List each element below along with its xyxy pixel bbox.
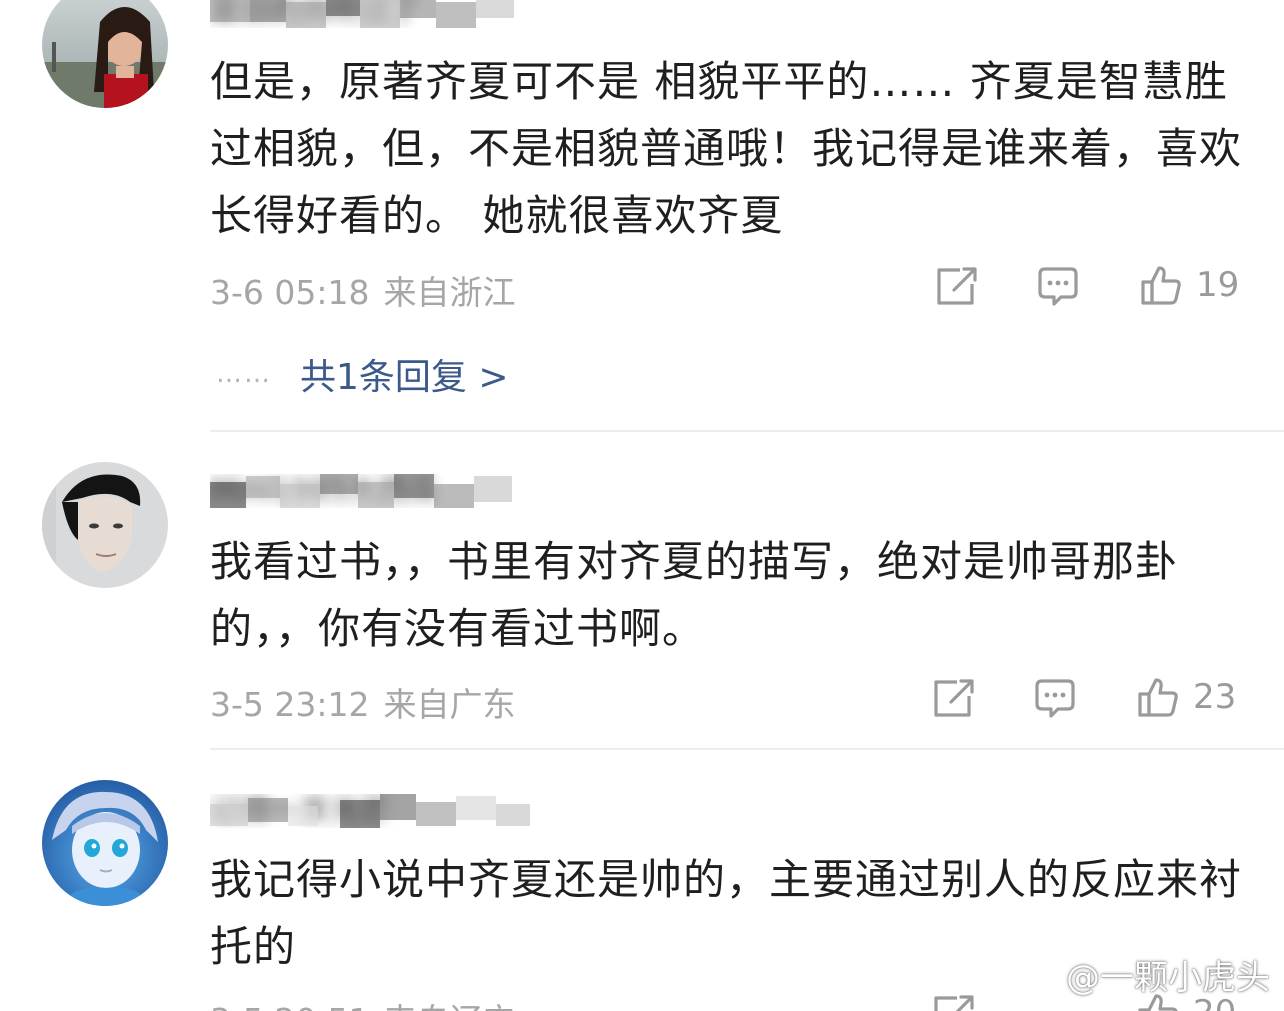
avatar[interactable] [42, 462, 168, 588]
comment-icon [1035, 679, 1075, 718]
replies-dots: …… [216, 359, 272, 389]
replies-label: 共1条回复 > [300, 357, 509, 398]
comment-meta: 3-5 23:12 来自广东 [210, 678, 516, 726]
share-icon [934, 995, 974, 1011]
watermark-text: @一颗小虎头 [1066, 958, 1270, 998]
comment-feed: 夏日的风吹过了 但是，原著齐夏可不是 相貌平平的…… 齐夏是智慧胜过相貌，但，不… [0, 0, 1284, 1011]
like-count: 23 [1193, 677, 1237, 717]
weibo-logo-icon [1016, 959, 1059, 992]
timestamp: 3-5 23:12 [210, 685, 370, 724]
thumbs-up-icon [1141, 266, 1181, 305]
username[interactable]: Mini1985大西瓜 [210, 474, 540, 508]
watermark: @一颗小虎头 [1016, 950, 1270, 999]
avatar[interactable] [42, 0, 168, 108]
divider [210, 430, 1284, 432]
share-icon [934, 679, 974, 717]
username[interactable]: 记得一束光芒 [210, 794, 540, 828]
comment-text: 我看过书，，书里有对齐夏的描写，绝对是帅哥那卦的，，你有没有看过书啊。 [210, 537, 1179, 653]
location: 来自广东 [383, 685, 516, 724]
username-mosaic [210, 0, 540, 28]
username-mosaic [210, 474, 540, 508]
divider [210, 748, 1284, 750]
comment-text: 但是，原著齐夏可不是 相貌平平的…… 齐夏是智慧胜过相貌，但，不是相貌普通哦！我… [210, 57, 1243, 240]
like-count: 19 [1196, 265, 1240, 305]
share-button[interactable] [933, 678, 975, 718]
comment-meta: 3-5 20:51 来自辽宁 [210, 994, 516, 1011]
share-button[interactable] [936, 266, 978, 306]
timestamp: 3-6 05:18 [210, 273, 370, 312]
avatar[interactable] [42, 780, 168, 906]
comment-button[interactable] [1037, 266, 1079, 308]
share-button[interactable] [933, 994, 975, 1011]
location: 来自辽宁 [384, 1001, 516, 1011]
share-icon [937, 267, 977, 305]
timestamp: 3-5 20:51 [210, 1001, 370, 1011]
location: 来自浙江 [383, 273, 516, 312]
replies-link[interactable]: …… 共1条回复 > [216, 348, 509, 400]
like-button[interactable]: 19 [1140, 264, 1239, 306]
thumbs-up-icon [1138, 678, 1178, 717]
username[interactable]: 夏日的风吹过了 [210, 0, 540, 28]
username-mosaic [210, 794, 540, 828]
like-button[interactable]: 23 [1137, 676, 1236, 718]
comment-button[interactable] [1034, 678, 1076, 720]
comment-meta: 3-6 05:18 来自浙江 [210, 266, 516, 314]
comment-icon [1038, 267, 1078, 306]
